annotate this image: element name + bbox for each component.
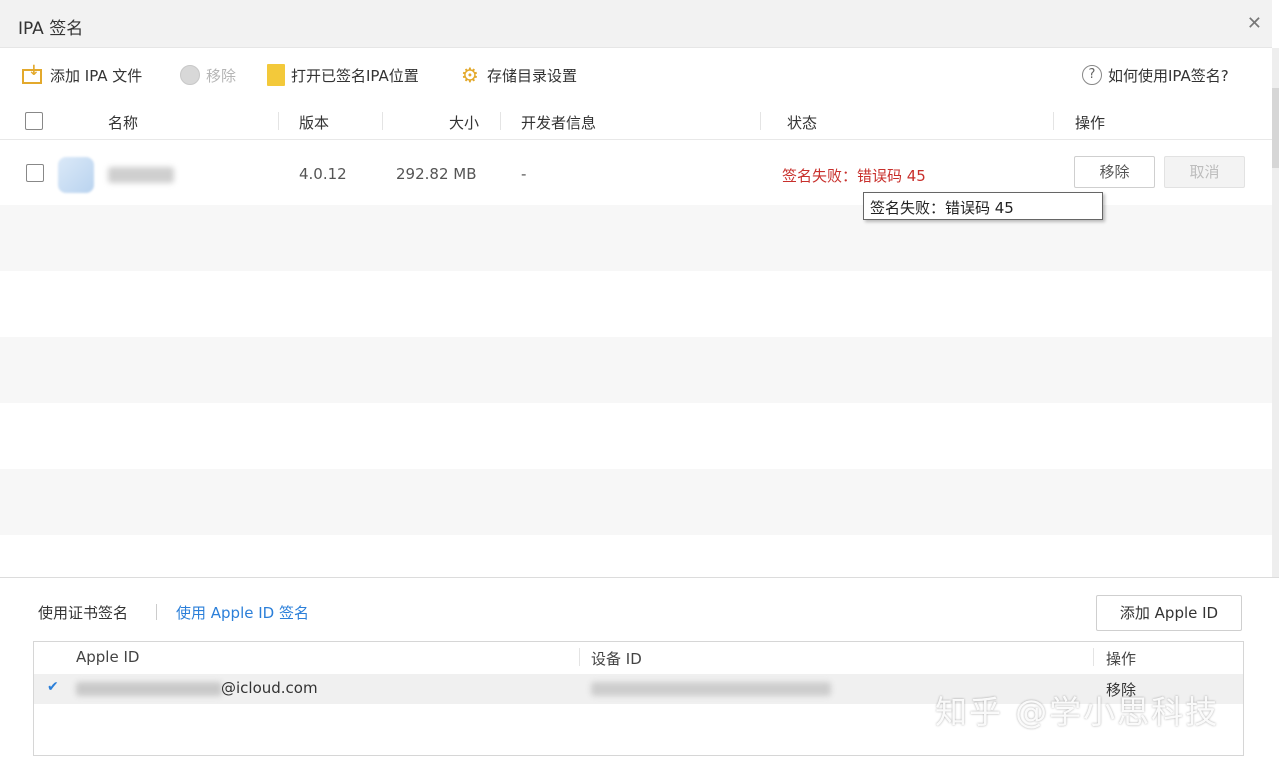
ipa-table-header: 名称 版本 大小 开发者信息 状态 操作 [0, 102, 1272, 140]
status-tooltip: 签名失败：错误码 45 [863, 192, 1103, 220]
selected-check-icon: ✔ [47, 679, 59, 695]
row-size: 292.82 MB [396, 165, 477, 183]
column-divider[interactable] [500, 112, 501, 130]
apple-id-email-suffix: @icloud.com [221, 679, 318, 697]
column-divider[interactable] [1093, 648, 1094, 666]
folder-icon [267, 64, 285, 86]
empty-row [0, 271, 1272, 337]
app-name-redacted [108, 167, 174, 183]
storage-settings-label: 存储目录设置 [487, 66, 578, 85]
column-divider[interactable] [1053, 112, 1054, 130]
add-apple-id-button[interactable]: 添加 Apple ID [1096, 595, 1242, 631]
row-status: 签名失败：错误码 45 [782, 167, 926, 185]
app-icon [58, 157, 94, 193]
tab-apple-id-signing[interactable]: 使用 Apple ID 签名 [176, 602, 309, 623]
column-divider[interactable] [579, 648, 580, 666]
empty-row [0, 403, 1272, 469]
window-titlebar: IPA 签名 ✕ [0, 0, 1272, 48]
toolbar: ↓ 添加 IPA 文件 移除 打开已签名IPA位置 ⚙ 存储目录设置 ? 如何使… [0, 48, 1272, 102]
column-header-size[interactable]: 大小 [449, 112, 479, 133]
empty-row [0, 469, 1272, 535]
column-header-version[interactable]: 版本 [299, 112, 329, 133]
column-header-developer[interactable]: 开发者信息 [521, 112, 596, 133]
row-developer: - [521, 165, 527, 183]
column-header-actions: 操作 [1106, 650, 1137, 668]
remove-icon [180, 65, 200, 85]
column-header-apple-id[interactable]: Apple ID [76, 648, 139, 666]
add-file-icon: ↓ [22, 63, 44, 85]
open-signed-location-label: 打开已签名IPA位置 [291, 66, 419, 85]
column-divider[interactable] [278, 112, 279, 130]
help-icon: ? [1082, 65, 1102, 85]
open-signed-location-button[interactable]: 打开已签名IPA位置 [267, 64, 419, 86]
column-divider[interactable] [760, 112, 761, 130]
toolbar-remove-button[interactable]: 移除 [180, 64, 236, 86]
tab-certificate-signing[interactable]: 使用证书签名 [38, 602, 128, 623]
column-divider[interactable] [382, 112, 383, 130]
add-ipa-label: 添加 IPA 文件 [50, 66, 143, 85]
column-header-actions: 操作 [1075, 114, 1106, 132]
row-checkbox[interactable] [26, 164, 44, 182]
tab-divider [156, 604, 157, 620]
help-link[interactable]: ? 如何使用IPA签名? [1082, 64, 1229, 86]
row-remove-button[interactable]: 移除 [1074, 156, 1155, 188]
toolbar-remove-label: 移除 [206, 66, 237, 85]
add-ipa-button[interactable]: ↓ 添加 IPA 文件 [22, 63, 143, 86]
device-id-redacted [591, 682, 831, 696]
scrollbar-thumb[interactable] [1272, 88, 1279, 168]
window-title: IPA 签名 [18, 19, 84, 39]
email-redacted [76, 682, 222, 696]
column-header-status[interactable]: 状态 [787, 112, 817, 133]
row-cancel-button[interactable]: 取消 [1164, 156, 1245, 188]
scrollbar[interactable] [1272, 48, 1279, 578]
help-label: 如何使用IPA签名? [1108, 66, 1229, 85]
gear-icon: ⚙ [461, 63, 479, 87]
close-icon[interactable]: ✕ [1247, 13, 1262, 34]
row-version: 4.0.12 [299, 165, 347, 183]
select-all-checkbox[interactable] [25, 112, 43, 130]
empty-row [0, 337, 1272, 403]
column-header-name[interactable]: 名称 [108, 112, 138, 133]
watermark: 知乎 @学小思科技 [935, 693, 1220, 731]
apple-id-table-header: Apple ID 设备 ID 操作 [34, 642, 1243, 672]
storage-settings-button[interactable]: ⚙ 存储目录设置 [459, 64, 577, 86]
column-header-device-id[interactable]: 设备 ID [591, 648, 642, 669]
